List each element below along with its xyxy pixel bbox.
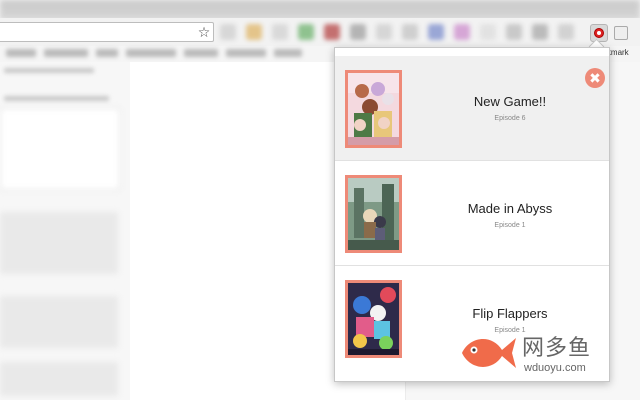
star-icon[interactable]: ☆: [196, 24, 212, 40]
extension-logo-icon: [594, 28, 604, 38]
extension-icon[interactable]: [298, 24, 314, 40]
watermark-name: 网多鱼: [522, 335, 592, 360]
extension-icon[interactable]: [272, 24, 288, 40]
extension-icon[interactable]: [428, 24, 444, 40]
address-bar[interactable]: [0, 22, 214, 42]
extension-icon[interactable]: [402, 24, 418, 40]
episode-label: Episode 6: [494, 115, 526, 122]
anime-card-made-in-abyss[interactable]: Made in Abyss Episode 1: [335, 161, 609, 266]
extension-icon[interactable]: [454, 24, 470, 40]
extension-icon[interactable]: [220, 24, 236, 40]
anime-title: New Game!!: [473, 94, 547, 109]
poster-flip-flappers: [345, 280, 402, 358]
extension-icon[interactable]: [350, 24, 366, 40]
page-text-line: [4, 96, 109, 101]
browser-menu-icon[interactable]: [614, 26, 628, 40]
extension-button[interactable]: [590, 24, 608, 42]
extension-icon[interactable]: [246, 24, 262, 40]
page-panel: [0, 296, 118, 348]
bookmarks-items: [6, 49, 326, 59]
poster-made-in-abyss: [345, 175, 402, 253]
tab-strip: [0, 0, 640, 20]
watermark-url: wduoyu.com: [524, 362, 586, 374]
extension-icons: [220, 24, 580, 42]
extension-icon[interactable]: [376, 24, 392, 40]
page-panel: [0, 362, 118, 396]
poster-new-game: [345, 70, 402, 148]
episode-label: Episode 1: [494, 222, 526, 229]
fish-logo-icon: [462, 338, 516, 368]
anime-title: Flip Flappers: [472, 306, 548, 321]
anime-title: Made in Abyss: [467, 201, 553, 216]
anime-card-new-game[interactable]: New Game!! Episode 6 ✖: [335, 56, 609, 161]
extension-icon[interactable]: [532, 24, 548, 40]
extension-icon[interactable]: [324, 24, 340, 40]
page-panel: [0, 108, 120, 190]
extension-icon[interactable]: [480, 24, 496, 40]
page-text-line: [4, 68, 94, 73]
close-icon[interactable]: ✖: [585, 68, 605, 88]
extension-icon[interactable]: [558, 24, 574, 40]
extension-icon[interactable]: [506, 24, 522, 40]
page-panel: [0, 212, 118, 274]
